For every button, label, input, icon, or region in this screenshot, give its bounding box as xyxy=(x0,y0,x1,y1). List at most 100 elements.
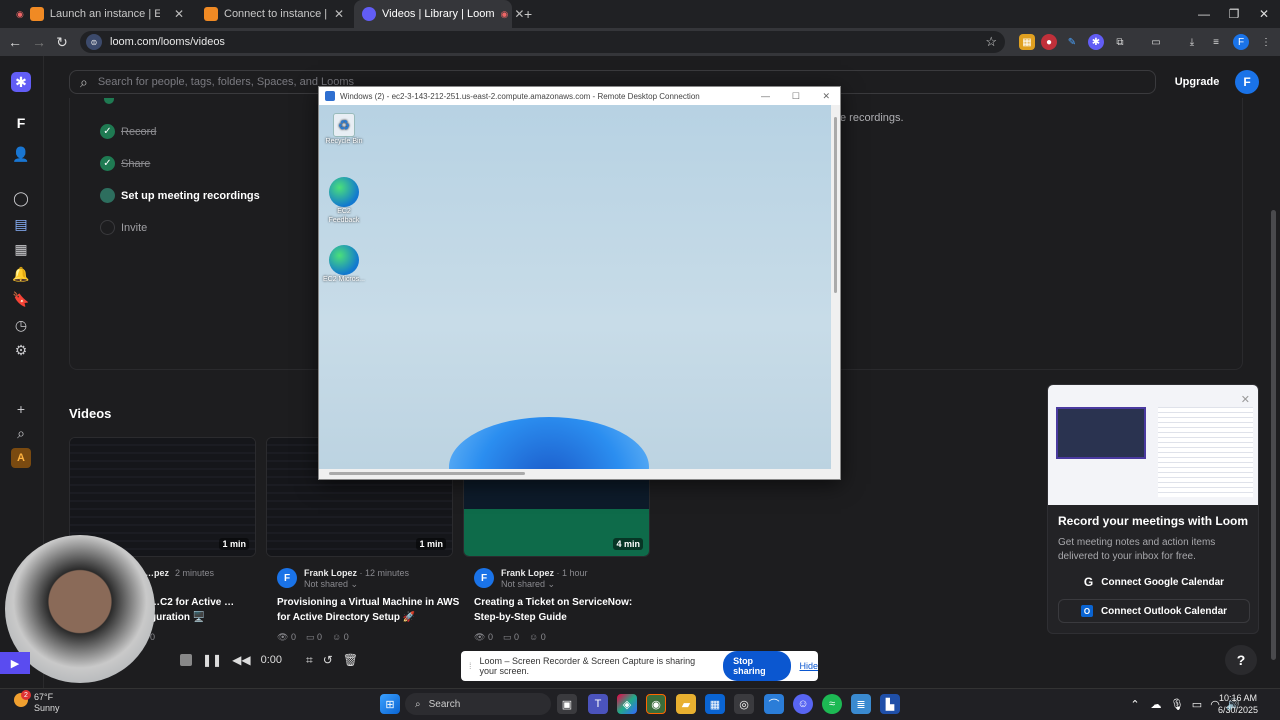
chrome-icon[interactable]: ◉ xyxy=(646,694,666,714)
close-icon[interactable]: ✕ xyxy=(822,91,830,102)
loom-logo-icon[interactable]: ✱ xyxy=(11,72,31,92)
copilot-icon[interactable]: ◈ xyxy=(617,694,637,714)
windows-start-icon[interactable]: ⊞ xyxy=(380,694,400,714)
video-title[interactable]: Creating a Ticket on ServiceNow: Step-by… xyxy=(474,595,644,625)
file-explorer-icon[interactable]: ▰ xyxy=(676,694,696,714)
profile-icon[interactable]: ◯ xyxy=(11,188,31,208)
video-stats: 👁 0 ▭ 0 ☺ 0 xyxy=(277,632,349,643)
desktop-icon-ec2-microsoft[interactable]: EC2 Micros... xyxy=(321,245,367,284)
teams-icon[interactable]: T xyxy=(588,694,608,714)
remote-desktop-icon[interactable]: ▙ xyxy=(880,694,900,714)
checklist-item-share[interactable]: ✓ Share xyxy=(100,156,150,171)
add-user-icon[interactable]: 👤 xyxy=(11,144,31,164)
task-view-icon[interactable]: ▣ xyxy=(557,694,577,714)
profile-avatar[interactable]: F xyxy=(1233,34,1249,50)
bell-icon[interactable]: 🔔 xyxy=(11,264,31,284)
desktop-icon-ec2-feedback[interactable]: EC2 Feedback xyxy=(321,177,367,225)
add-icon[interactable]: + xyxy=(11,399,31,419)
site-info-icon[interactable]: ⊜ xyxy=(86,34,102,50)
media-icon[interactable]: ≡ xyxy=(1208,34,1224,50)
discord-icon[interactable]: ☺ xyxy=(793,694,813,714)
weather-widget[interactable]: 67°F Sunny xyxy=(34,692,60,714)
calendar-icon[interactable]: ▦ xyxy=(11,239,31,259)
share-status-dropdown[interactable]: Not shared ⌄ xyxy=(501,579,555,590)
search-icon[interactable]: ⌕ xyxy=(11,423,31,443)
forward-icon[interactable]: → xyxy=(28,28,50,56)
stop-recording-icon[interactable] xyxy=(180,654,192,666)
network-app-icon[interactable]: ⌒ xyxy=(764,694,784,714)
stop-sharing-button[interactable]: Stop sharing xyxy=(723,651,792,681)
close-icon[interactable]: ✕ xyxy=(334,7,344,21)
tab-loom-videos[interactable]: Videos | Library | Loom ◉ ✕ xyxy=(354,0,524,28)
grid-icon[interactable]: ⌗ xyxy=(306,653,313,668)
workspace-badge[interactable]: A xyxy=(11,448,31,468)
rdp-scrollbar[interactable] xyxy=(834,117,837,293)
help-button[interactable]: ? xyxy=(1225,645,1257,675)
comments-icon: ▭ 0 xyxy=(305,632,322,642)
address-bar[interactable]: ⊜ loom.com/looms/videos ☆ xyxy=(80,31,1005,53)
restart-icon[interactable]: ↺ xyxy=(323,653,333,667)
checklist-item-meeting-recordings[interactable]: Set up meeting recordings xyxy=(100,188,260,203)
cloud-icon[interactable]: ☁ xyxy=(1146,694,1166,714)
rdp-title-bar[interactable]: Windows (2) - ec2-3-143-212-251.us-east-… xyxy=(319,87,840,105)
hide-link[interactable]: Hide xyxy=(799,661,818,671)
taskbar-search[interactable]: ⌕ Search xyxy=(405,693,551,715)
workspace-switcher[interactable]: F xyxy=(11,113,31,133)
connect-google-calendar-button[interactable]: G Connect Google Calendar xyxy=(1058,570,1250,594)
pause-icon[interactable]: ❚❚ xyxy=(202,653,222,667)
spotify-icon[interactable]: ≈ xyxy=(822,694,842,714)
video-title[interactable]: Provisioning a Virtual Machine in AWS fo… xyxy=(277,595,462,625)
split-view-icon[interactable]: ▭ xyxy=(1148,34,1164,50)
minimize-icon[interactable]: — xyxy=(1188,0,1220,28)
checklist-item-record[interactable]: ✓ Record xyxy=(100,124,156,139)
extension-icon[interactable]: ▦ xyxy=(1019,34,1035,50)
extension-icon[interactable]: ✎ xyxy=(1064,34,1080,50)
loom-extension-icon[interactable]: ✱ xyxy=(1088,34,1104,50)
desktop-icon-recycle-bin[interactable]: ♻ Recycle Bin xyxy=(321,113,367,146)
close-icon[interactable]: ✕ xyxy=(1241,393,1250,406)
library-icon[interactable]: ▤ xyxy=(11,214,31,234)
restore-icon[interactable]: ❐ xyxy=(1218,0,1250,28)
taskbar-clock[interactable]: 10:16 AM 6/30/2025 xyxy=(1196,692,1280,716)
video-author[interactable]: Frank Lopez · 12 minutes xyxy=(304,568,409,578)
extension-icon[interactable]: ● xyxy=(1041,34,1057,50)
upgrade-button[interactable]: Upgrade xyxy=(1170,70,1224,94)
minimize-icon[interactable]: — xyxy=(761,91,770,101)
back-icon[interactable]: ← xyxy=(4,28,26,56)
game-icon[interactable]: ◎ xyxy=(734,694,754,714)
extensions-puzzle-icon[interactable]: ⧉ xyxy=(1112,34,1128,50)
avatar[interactable]: F xyxy=(1235,70,1259,94)
checklist-item-invite[interactable]: Invite xyxy=(100,220,147,235)
video-author[interactable]: Frank Lopez · 1 hour xyxy=(501,568,588,578)
share-status-dropdown[interactable]: Not shared ⌄ xyxy=(304,579,358,590)
rdp-horizontal-scrollbar[interactable] xyxy=(329,472,525,475)
download-icon[interactable]: ⤓ xyxy=(1184,34,1200,50)
remote-desktop[interactable]: ♻ Recycle Bin EC2 Feedback EC2 Micros... xyxy=(319,105,831,469)
trash-icon[interactable]: 🗑 xyxy=(343,653,358,667)
bookmark-star-icon[interactable]: ☆ xyxy=(985,34,997,50)
camera-toggle-icon[interactable]: ▶ xyxy=(0,652,30,674)
video-title[interactable]: …C2 for Active …guration 🖥️ xyxy=(150,595,260,625)
history-icon[interactable]: ◷ xyxy=(11,315,31,335)
connect-outlook-calendar-button[interactable]: O Connect Outlook Calendar xyxy=(1058,599,1250,623)
progress-dot-icon xyxy=(100,188,115,203)
new-tab-button[interactable]: + xyxy=(516,0,536,28)
bookmark-icon[interactable]: 🔖 xyxy=(11,289,31,309)
remote-desktop-window[interactable]: Windows (2) - ec2-3-143-212-251.us-east-… xyxy=(318,86,841,480)
store-icon[interactable]: ▦ xyxy=(705,694,725,714)
reload-icon[interactable]: ↻ xyxy=(51,28,73,56)
close-window-icon[interactable]: ✕ xyxy=(1248,0,1280,28)
rewind-icon[interactable]: ◀◀ xyxy=(232,653,250,667)
maximize-icon[interactable]: ☐ xyxy=(792,91,800,102)
tab-connect-instance[interactable]: Connect to instance | EC2 | us-e ✕ xyxy=(196,0,352,28)
tab-launch-instance[interactable]: ◉ Launch an instance | EC2 | us-e ✕ xyxy=(8,0,192,28)
check-icon: ✓ xyxy=(100,156,115,171)
chevron-up-icon[interactable]: ⌃ xyxy=(1125,694,1145,714)
microphone-icon[interactable]: 🎙 xyxy=(1167,694,1187,714)
close-icon[interactable]: ✕ xyxy=(174,7,184,21)
settings-gear-icon[interactable]: ⚙ xyxy=(11,340,31,360)
menu-icon[interactable]: ⋮ xyxy=(1258,34,1274,50)
notepad-icon[interactable]: ≣ xyxy=(851,694,871,714)
drag-handle-icon[interactable]: ⁞ xyxy=(469,661,472,671)
page-scrollbar[interactable] xyxy=(1271,210,1276,660)
